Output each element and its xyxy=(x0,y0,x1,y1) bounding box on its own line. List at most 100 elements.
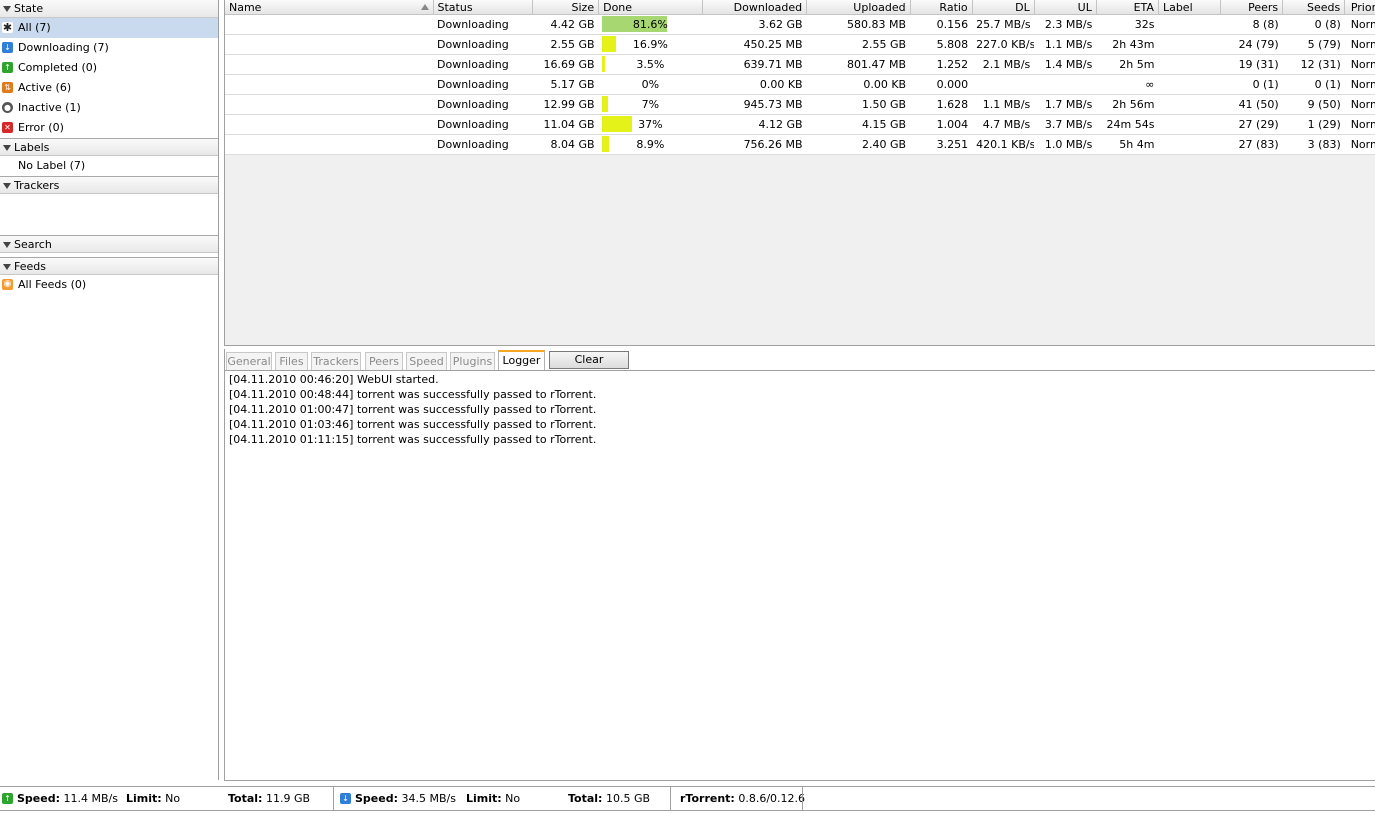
completed-icon: ↑ xyxy=(2,61,13,73)
column-header-peers[interactable]: Peers xyxy=(1220,0,1284,15)
cell-status: Downloading xyxy=(433,54,533,75)
cell-seeds: 3 (83) xyxy=(1282,134,1345,155)
cell-eta: 2h 5m xyxy=(1096,54,1159,75)
column-header-priority[interactable]: Priority xyxy=(1344,0,1375,15)
table-header-row: Name Status Size Done Downloaded Uploade… xyxy=(225,0,1375,15)
cell-label xyxy=(1158,14,1221,35)
cell-ratio: 0.156 xyxy=(910,14,973,35)
cell-status: Downloading xyxy=(433,34,533,55)
column-header-done[interactable]: Done xyxy=(598,0,703,15)
state-item-completed[interactable]: ↑ Completed (0) xyxy=(0,58,218,78)
column-header-size[interactable]: Size xyxy=(532,0,600,15)
progress-text: 7% xyxy=(641,98,660,111)
tab-trackers[interactable]: Trackers xyxy=(311,352,361,370)
cell-ul: 1.1 MB/s xyxy=(1034,34,1097,55)
column-header-name[interactable]: Name xyxy=(225,0,434,15)
status-bar: ↑ Speed: 11.4 MB/s Limit: No Total: 11.9 … xyxy=(0,786,1375,811)
feeds-header[interactable]: Feeds xyxy=(0,257,218,275)
cell-eta: 32s xyxy=(1096,14,1159,35)
cell-priority: Normal xyxy=(1344,134,1375,155)
feed-item-all-feeds[interactable]: ◉ All Feeds (0) xyxy=(0,275,218,295)
collapse-triangle-icon xyxy=(3,242,11,248)
cell-ratio: 1.628 xyxy=(910,94,973,115)
cell-name xyxy=(225,54,434,75)
cell-ratio: 1.252 xyxy=(910,54,973,75)
column-header-uploaded[interactable]: Uploaded xyxy=(806,0,911,15)
cell-priority: Normal xyxy=(1344,54,1375,75)
tab-plugins[interactable]: Plugins xyxy=(450,352,495,370)
column-header-eta[interactable]: ETA xyxy=(1096,0,1159,15)
labels-header[interactable]: Labels xyxy=(0,138,218,156)
clear-button[interactable]: Clear xyxy=(549,351,629,369)
table-row[interactable]: Downloading 8.04 GB 8.9% 756.26 MB 2.40 GB 3.… xyxy=(225,134,1375,155)
cell-priority: Normal xyxy=(1344,94,1375,115)
column-header-status[interactable]: Status xyxy=(433,0,533,15)
column-header-dl[interactable]: DL xyxy=(972,0,1035,15)
trackers-header[interactable]: Trackers xyxy=(0,176,218,194)
table-row[interactable]: Downloading 2.55 GB 16.9% 450.25 MB 2.55 GB 5… xyxy=(225,34,1375,55)
tab-general[interactable]: General xyxy=(226,352,272,370)
collapse-triangle-icon xyxy=(3,183,11,189)
table-row[interactable]: Downloading 5.17 GB 0% 0.00 KB 0.00 KB 0.000 ∞… xyxy=(225,74,1375,95)
cell-label xyxy=(1158,94,1221,115)
trackers-list xyxy=(0,194,218,235)
table-row[interactable]: Downloading 11.04 GB 37% 4.12 GB 4.15 GB 1.00… xyxy=(225,114,1375,135)
tab-peers[interactable]: Peers xyxy=(365,352,403,370)
cell-dl: 420.1 KB/s xyxy=(972,134,1035,155)
cell-size: 5.17 GB xyxy=(532,74,599,95)
column-header-ul[interactable]: UL xyxy=(1034,0,1097,15)
log-line: [04.11.2010 01:03:46] torrent was succes… xyxy=(229,418,597,431)
cell-peers: 8 (8) xyxy=(1220,14,1283,35)
state-item-error[interactable]: ✕ Error (0) xyxy=(0,118,218,138)
download-limit[interactable]: Limit: No xyxy=(466,787,520,810)
upload-limit[interactable]: Limit: No xyxy=(126,787,180,810)
label-item-no-label[interactable]: No Label (7) xyxy=(0,156,218,176)
table-row[interactable]: Downloading 4.42 GB 81.6% 3.62 GB 580.83 MB 0… xyxy=(225,14,1375,35)
cell-priority: Normal xyxy=(1344,14,1375,35)
status-divider xyxy=(670,787,671,810)
state-item-downloading[interactable]: ↓ Downloading (7) xyxy=(0,38,218,58)
log-line: [04.11.2010 01:11:15] torrent was succes… xyxy=(229,433,597,446)
progress-text: 0% xyxy=(641,78,660,91)
column-header-seeds[interactable]: Seeds xyxy=(1282,0,1346,15)
cell-eta: 5h 4m xyxy=(1096,134,1159,155)
tab-files[interactable]: Files xyxy=(275,352,308,370)
column-header-ratio[interactable]: Ratio xyxy=(910,0,973,15)
cell-ul: 1.7 MB/s xyxy=(1034,94,1097,115)
table-row[interactable]: Downloading 16.69 GB 3.5% 639.71 MB 801.47 M… xyxy=(225,54,1375,75)
log-line: [04.11.2010 00:46:20] WebUI started. xyxy=(229,373,439,386)
cell-label xyxy=(1158,134,1221,155)
cell-seeds: 9 (50) xyxy=(1282,94,1345,115)
table-row[interactable]: Downloading 12.99 GB 7% 945.73 MB 1.50 GB 1.6… xyxy=(225,94,1375,115)
tab-speed[interactable]: Speed xyxy=(406,352,447,370)
torrent-table: Name Status Size Done Downloaded Uploade… xyxy=(225,0,1375,155)
progress-text: 3.5% xyxy=(636,58,665,71)
column-header-label[interactable]: Label xyxy=(1158,0,1222,15)
progress-text: 8.9% xyxy=(636,138,665,151)
cell-dl: 2.1 MB/s xyxy=(972,54,1035,75)
cell-ul: 1.4 MB/s xyxy=(1034,54,1097,75)
collapse-triangle-icon xyxy=(3,145,11,151)
cell-done: 7% xyxy=(598,94,703,115)
cell-downloaded: 3.62 GB xyxy=(702,14,807,35)
cell-eta: 2h 43m xyxy=(1096,34,1159,55)
cell-seeds: 0 (8) xyxy=(1282,14,1345,35)
state-header[interactable]: State xyxy=(0,0,218,18)
state-item-inactive[interactable]: ● Inactive (1) xyxy=(0,98,218,118)
tab-logger[interactable]: Logger xyxy=(498,350,545,370)
column-header-downloaded[interactable]: Downloaded xyxy=(702,0,808,15)
search-header[interactable]: Search xyxy=(0,235,218,253)
state-item-all[interactable]: ✱ All (7) xyxy=(0,18,218,38)
cell-uploaded: 2.55 GB xyxy=(806,34,911,55)
state-item-active[interactable]: ⇅ Active (6) xyxy=(0,78,218,98)
cell-done: 16.9% xyxy=(598,34,703,55)
download-icon: ↓ xyxy=(2,41,13,53)
cell-downloaded: 945.73 MB xyxy=(702,94,807,115)
cell-ul: 1.0 MB/s xyxy=(1034,134,1097,155)
cell-name xyxy=(225,34,434,55)
progress-text: 16.9% xyxy=(632,38,668,51)
cell-downloaded: 4.12 GB xyxy=(702,114,807,135)
rtorrent-version: rTorrent: 0.8.6/0.12.6 xyxy=(680,792,806,805)
cell-name xyxy=(225,14,434,35)
cell-ul: 3.7 MB/s xyxy=(1034,114,1097,135)
